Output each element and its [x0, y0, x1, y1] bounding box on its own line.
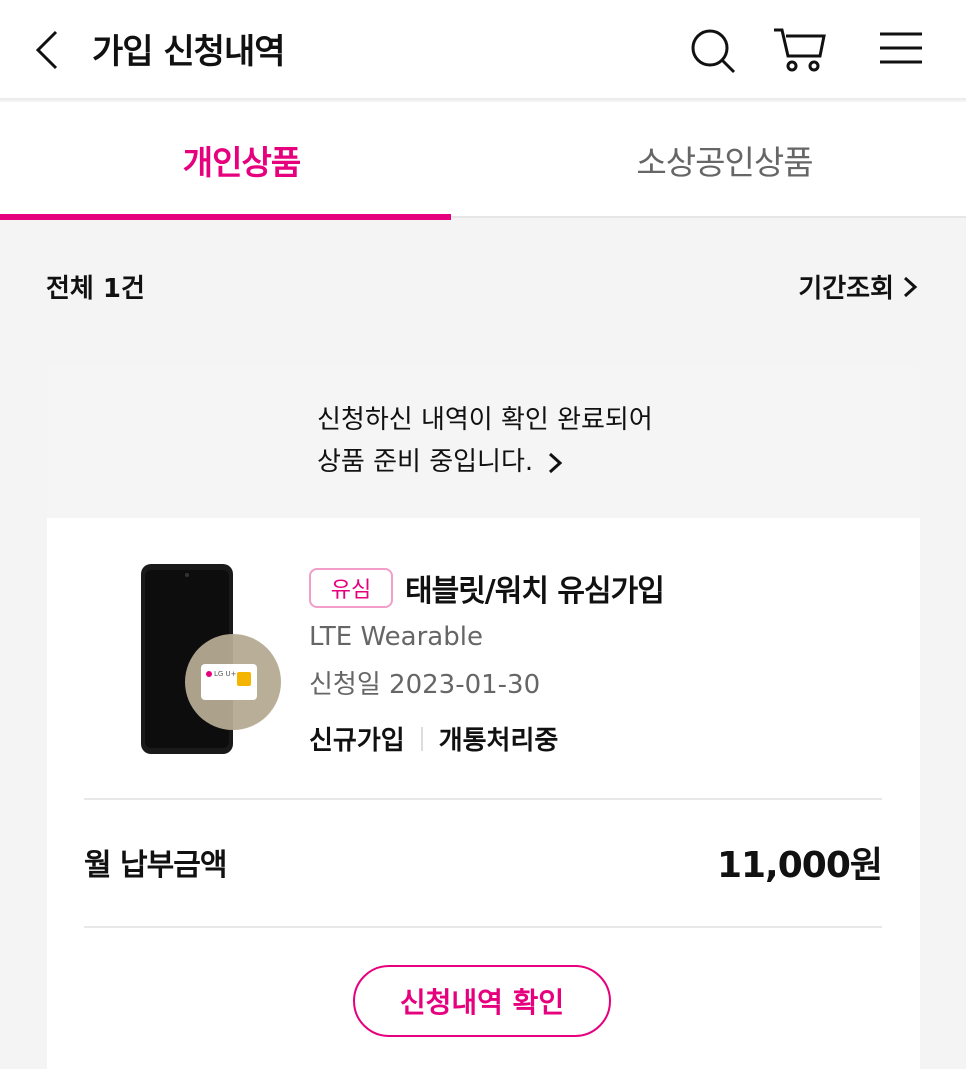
usim-badge: 유심 [309, 568, 393, 608]
plan-name: LTE Wearable [309, 622, 483, 652]
search-icon [691, 29, 736, 74]
menu-button[interactable] [874, 22, 932, 78]
check-application-button[interactable]: 신청내역 확인 [353, 965, 611, 1037]
cart-button[interactable] [770, 22, 828, 78]
hamburger-menu-icon [880, 32, 922, 64]
join-type: 신규가입 [309, 726, 405, 756]
page-title: 가입 신청내역 [92, 32, 286, 72]
divider [84, 926, 882, 928]
sim-brand-label: LG U+ [214, 670, 237, 678]
product-name: 태블릿/워치 유심가입 [405, 574, 665, 609]
notice-line-2: 상품 준비 중입니다. [317, 441, 920, 483]
period-search-button[interactable]: 기간조회 [798, 268, 918, 305]
phone-sim-image: LG U+ [141, 564, 281, 754]
search-button[interactable] [684, 22, 742, 78]
product-info: LG U+ 유심 태블릿/워치 유심가입 LTE Wearable 신청일 20… [47, 518, 920, 798]
back-button[interactable] [28, 28, 68, 72]
total-count: 전체 1건 [46, 274, 145, 304]
monthly-fee-label: 월 납부금액 [84, 848, 227, 883]
divider [420, 726, 423, 751]
status-notice[interactable]: 신청하신 내역이 확인 완료되어 상품 준비 중입니다. [47, 364, 920, 518]
tab-small-business-products[interactable]: 소상공인상품 [483, 102, 966, 218]
divider [84, 798, 882, 800]
monthly-fee-value: 11,000원 [716, 845, 883, 886]
application-card: 신청하신 내역이 확인 완료되어 상품 준비 중입니다. LG U+ 유심 태블… [47, 364, 920, 1069]
cart-icon [774, 28, 826, 72]
product-tabs: 개인상품 소상공인상품 [0, 102, 966, 220]
chevron-left-icon [35, 30, 58, 70]
app-header: 가입 신청내역 [0, 0, 966, 100]
tab-personal-products[interactable]: 개인상품 [0, 102, 483, 220]
chevron-right-icon [549, 452, 563, 473]
processing-status: 개통처리중 [438, 726, 559, 756]
apply-date: 신청일 2023-01-30 [309, 670, 541, 700]
notice-line-2-text: 상품 준비 중입니다. [317, 447, 534, 477]
period-search-label: 기간조회 [798, 274, 894, 304]
notice-line-1: 신청하신 내역이 확인 완료되어 [317, 405, 653, 435]
status-row: 신규가입 개통처리중 [309, 720, 558, 757]
chevron-right-icon [903, 276, 918, 297]
